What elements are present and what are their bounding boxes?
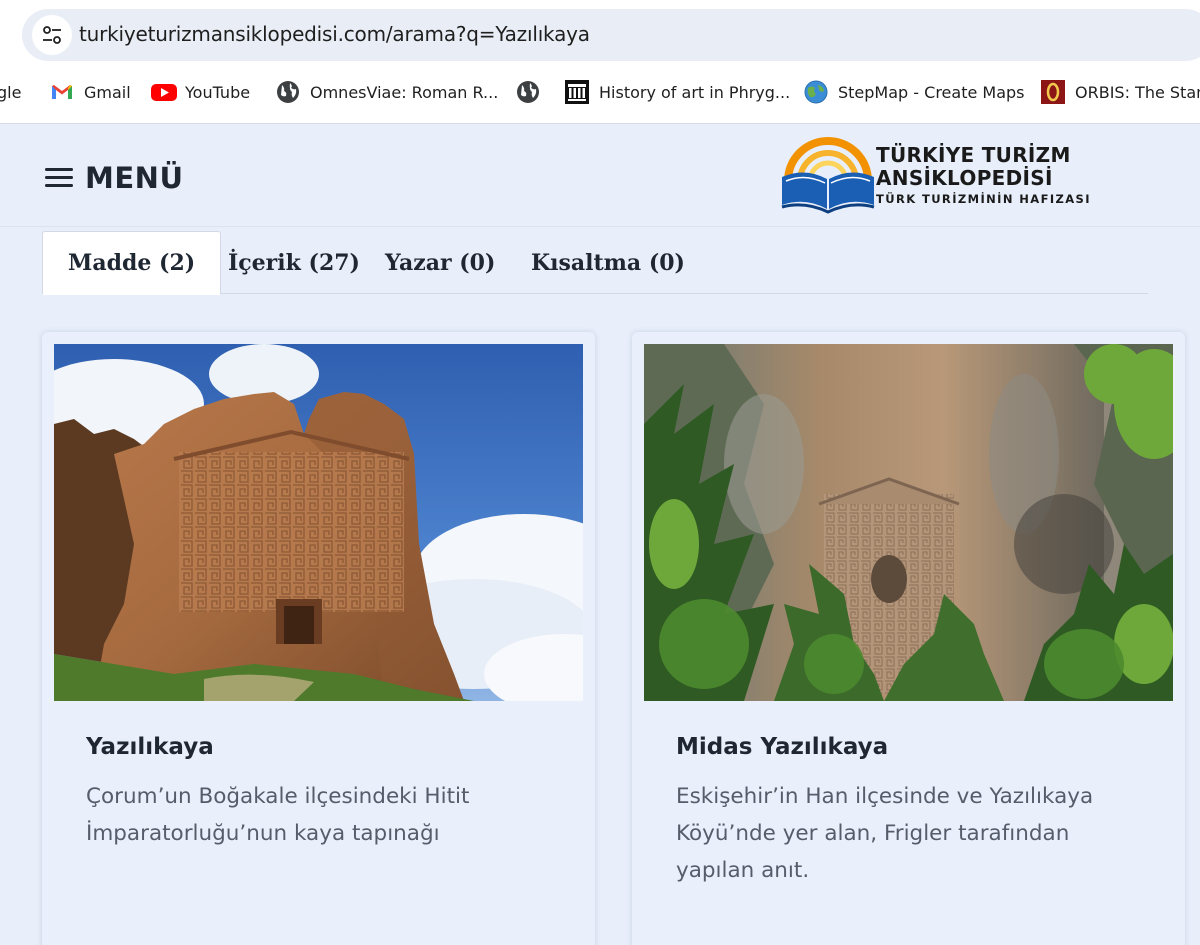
tab-kisaltma[interactable]: Kısaltma (0) — [531, 231, 685, 294]
bookmark-phrygia-art[interactable]: History of art in Phryg... — [565, 74, 790, 110]
bookmark-omnesviae[interactable]: OmnesViae: Roman R... — [276, 74, 498, 110]
bookmark-youtube[interactable]: YouTube — [151, 74, 250, 110]
bookmark-label: OmnesViae: Roman R... — [310, 82, 499, 102]
bookmark-label: ORBIS: The Stanf — [1075, 82, 1200, 102]
bookmark-stepmap[interactable]: StepMap - Create Maps — [804, 74, 1025, 110]
result-image-yazilikaya[interactable] — [54, 344, 583, 701]
bookmarks-bar: gle Gmail YouTube OmnesViae: Roman R... … — [0, 74, 1200, 110]
tab-icerik[interactable]: İçerik (27) — [228, 231, 360, 294]
result-description: Eskişehir’in Han ilçesinde ve Yazılıkaya… — [676, 784, 1094, 883]
bookmark-globe[interactable] — [516, 74, 550, 110]
menu-label: MENÜ — [85, 161, 184, 195]
result-image-midas-yazilikaya[interactable] — [644, 344, 1173, 701]
result-tabs: Madde (2) İçerik (27) Yazar (0) Kısaltma… — [42, 231, 1148, 295]
tab-madde[interactable]: Madde (2) — [42, 231, 222, 295]
hamburger-icon — [45, 167, 73, 189]
globe-icon — [276, 80, 300, 104]
site-header: MENÜ TÜRKİYE TURİZM ANSİKLOPEDİSİ TÜRK T… — [0, 125, 1200, 227]
bookmark-google[interactable]: gle — [0, 74, 21, 110]
logo-tagline: TÜRK TURİZMİNİN HAFIZASI — [876, 192, 1091, 206]
tab-yazar[interactable]: Yazar (0) — [385, 231, 495, 294]
bookmark-label: gle — [0, 82, 22, 102]
bookmark-label: YouTube — [185, 82, 251, 102]
open-book-sun-icon — [781, 137, 875, 214]
url-text[interactable]: turkiyeturizmansiklopedisi.com/arama?q=Y… — [79, 22, 590, 46]
bookmark-label: Gmail — [84, 82, 131, 102]
gmail-icon — [50, 80, 74, 104]
browser-chrome: turkiyeturizmansiklopedisi.com/arama?q=Y… — [0, 0, 1200, 124]
bookmark-label: History of art in Phryg... — [599, 82, 791, 102]
museum-icon — [565, 80, 589, 104]
menu-button[interactable]: MENÜ — [45, 158, 184, 198]
address-bar[interactable]: turkiyeturizmansiklopedisi.com/arama?q=Y… — [22, 9, 1200, 61]
orbis-icon — [1041, 80, 1065, 104]
globe-icon — [516, 80, 540, 104]
logo-title-line1: TÜRKİYE TURİZM — [876, 143, 1071, 167]
bookmark-label: StepMap - Create Maps — [838, 82, 1025, 102]
result-card[interactable]: Yazılıkaya Çorum’un Boğakale ilçesindeki… — [42, 332, 595, 945]
result-title[interactable]: Yazılıkaya — [86, 734, 214, 760]
site-logo[interactable]: TÜRKİYE TURİZM ANSİKLOPEDİSİ TÜRK TURİZM… — [780, 137, 1090, 215]
result-title[interactable]: Midas Yazılıkaya — [676, 734, 888, 760]
logo-title-line2: ANSİKLOPEDİSİ — [876, 166, 1053, 190]
youtube-icon — [151, 80, 177, 104]
bookmark-gmail[interactable]: Gmail — [50, 74, 131, 110]
result-card[interactable]: Midas Yazılıkaya Eskişehir’in Han ilçesi… — [632, 332, 1185, 945]
bookmark-orbis[interactable]: ORBIS: The Stanf — [1041, 74, 1200, 110]
site-info-icon[interactable] — [32, 15, 72, 55]
result-description: Çorum’un Boğakale ilçesindeki Hitit İmpa… — [86, 784, 470, 846]
stepmap-globe-icon — [804, 80, 828, 104]
